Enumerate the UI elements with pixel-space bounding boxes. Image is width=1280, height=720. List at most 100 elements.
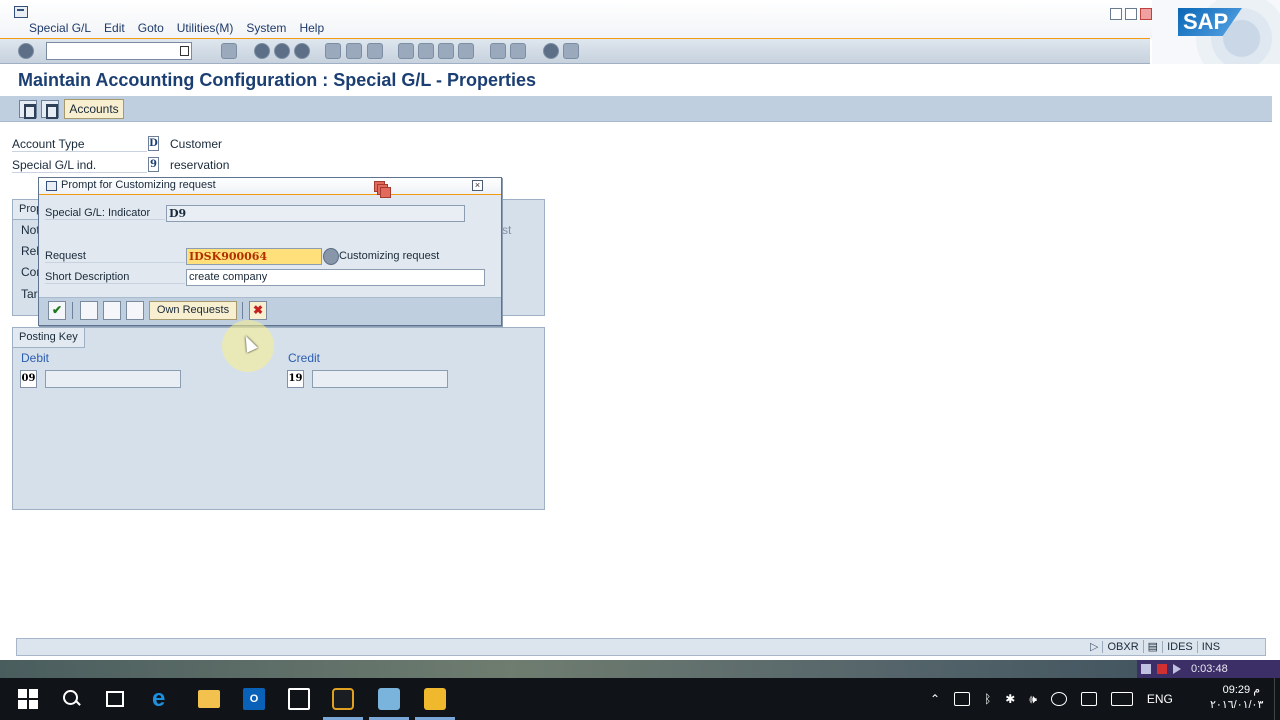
first-page-icon[interactable]: [398, 43, 414, 59]
page-title: Maintain Accounting Configuration : Spec…: [18, 70, 537, 90]
recorder-app-icon[interactable]: [332, 688, 354, 710]
close-window-icon[interactable]: [1140, 8, 1152, 20]
new-session-icon[interactable]: [490, 43, 506, 59]
dialog-titlebar: Prompt for Customizing request ×: [39, 178, 501, 195]
special-gl-text: reservation: [170, 158, 230, 172]
toolbar-separator: [242, 302, 243, 319]
request-field[interactable]: IDSK900064: [186, 248, 322, 265]
restore-icon[interactable]: [1125, 8, 1137, 20]
special-gl-field[interactable]: 9: [148, 157, 159, 172]
onedrive-icon[interactable]: [1050, 692, 1067, 706]
status-transaction: OBXR: [1102, 640, 1142, 653]
dialog-toolbar: ✔ Own Requests ✖: [39, 297, 501, 325]
print-icon[interactable]: [325, 43, 341, 59]
delete-icon[interactable]: [19, 100, 37, 119]
show-hidden-icons-icon[interactable]: ⌃: [930, 692, 940, 706]
own-requests-button[interactable]: Own Requests: [149, 301, 237, 320]
account-type-label: Account Type: [12, 137, 147, 152]
debit-key-field[interactable]: 09: [20, 370, 37, 388]
outlook-icon[interactable]: O: [243, 688, 265, 710]
menu-edit[interactable]: Edit: [104, 21, 125, 35]
volume-icon[interactable]: 🕪: [1029, 692, 1037, 707]
system-tray: ⌃ ᛒ ✱ 🕪 ENG: [930, 678, 1173, 720]
store-icon[interactable]: [288, 688, 310, 710]
customizing-request-dialog: Prompt for Customizing request × Special…: [38, 177, 502, 326]
clock[interactable]: 09:29 م ٢٠١٦/٠١/٠٣: [1210, 683, 1264, 713]
desktop-strip: [0, 660, 1280, 678]
status-expand-icon[interactable]: ▷: [1086, 640, 1102, 653]
back-icon[interactable]: [254, 43, 270, 59]
account-type-text: Customer: [170, 137, 223, 151]
action-center-icon[interactable]: [1080, 692, 1097, 706]
status-info: ▷ OBXR ▤ IDES INS: [1086, 640, 1224, 653]
battery-icon[interactable]: [954, 692, 971, 706]
help-icon[interactable]: [543, 43, 559, 59]
play-icon[interactable]: [1173, 664, 1181, 674]
search-icon[interactable]: [61, 688, 83, 710]
dialog-close-icon[interactable]: ×: [472, 180, 483, 191]
main-menu: Special G/L Edit Goto Utilities(M) Syste…: [29, 21, 337, 35]
stop-icon[interactable]: [1157, 664, 1167, 674]
dialog-menu-icon[interactable]: [46, 181, 57, 191]
account-type-field[interactable]: D: [148, 136, 159, 151]
task-view-icon[interactable]: [106, 691, 124, 707]
windows-start-icon[interactable]: [17, 688, 39, 710]
menu-system[interactable]: System: [246, 21, 286, 35]
wifi-icon[interactable]: ✱: [1005, 692, 1015, 706]
input-language[interactable]: ENG: [1147, 692, 1173, 706]
layout-menu-icon[interactable]: [563, 43, 579, 59]
enter-icon[interactable]: [18, 43, 34, 59]
find-next-icon[interactable]: [367, 43, 383, 59]
shortcut-icon[interactable]: [510, 43, 526, 59]
bluetooth-icon[interactable]: ᛒ: [984, 692, 991, 706]
menu-help[interactable]: Help: [299, 21, 324, 35]
file-explorer-icon[interactable]: [198, 690, 220, 708]
properties-row-4: Tar: [21, 287, 38, 301]
properties-row-1: Not: [21, 223, 40, 237]
next-page-icon[interactable]: [438, 43, 454, 59]
request-search-help-icon[interactable]: [323, 248, 339, 265]
clock-date: ٢٠١٦/٠١/٠٣: [1210, 699, 1264, 711]
table-view-icon[interactable]: [41, 100, 59, 119]
credit-label: Credit: [288, 351, 321, 365]
short-description-field[interactable]: create company: [186, 269, 485, 286]
window-controls: [1110, 8, 1152, 20]
request-label: Request: [45, 250, 185, 263]
status-server-icon[interactable]: ▤: [1142, 640, 1162, 653]
minimize-icon[interactable]: [1110, 8, 1122, 20]
menu-goto[interactable]: Goto: [138, 21, 164, 35]
posting-key-group: Posting Key Debit 09 Credit 19: [12, 327, 545, 510]
previous-page-icon[interactable]: [418, 43, 434, 59]
pause-icon[interactable]: [1141, 664, 1151, 674]
new-document-button[interactable]: [126, 301, 144, 320]
show-desktop-button[interactable]: [1274, 678, 1280, 720]
exit-icon[interactable]: [274, 43, 290, 59]
recording-timer: 0:03:48: [1191, 663, 1228, 675]
window-menu-icon[interactable]: [14, 6, 28, 18]
command-history-icon[interactable]: [180, 46, 189, 56]
edge-browser-icon[interactable]: e: [152, 687, 174, 711]
continue-button[interactable]: ✔: [48, 301, 66, 320]
save-icon[interactable]: [221, 43, 237, 59]
credit-key-field[interactable]: 19: [287, 370, 304, 388]
cancel-button[interactable]: ✖: [249, 301, 267, 320]
cancel-icon[interactable]: [294, 43, 310, 59]
indicator-field: D9: [166, 205, 465, 222]
create-request-button[interactable]: [103, 301, 121, 320]
find-icon[interactable]: [346, 43, 362, 59]
accounts-button[interactable]: Accounts: [64, 99, 124, 119]
command-field[interactable]: [46, 42, 192, 60]
debit-label: Debit: [21, 351, 50, 365]
request-hint: Customizing request: [339, 250, 440, 262]
keyboard-icon[interactable]: [1110, 692, 1133, 706]
status-mode[interactable]: INS: [1196, 640, 1224, 653]
menu-special-gl[interactable]: Special G/L: [29, 21, 91, 35]
sap-gui-icon[interactable]: [424, 688, 446, 710]
menu-bar: Special G/L Edit Goto Utilities(M) Syste…: [0, 0, 1280, 38]
short-description-label: Short Description: [45, 271, 185, 284]
last-page-icon[interactable]: [458, 43, 474, 59]
display-object-list-button[interactable]: [80, 301, 98, 320]
menu-utilities[interactable]: Utilities(M): [177, 21, 234, 35]
back-arrow-icon[interactable]: [202, 43, 212, 59]
sap-logon-icon[interactable]: [378, 688, 400, 710]
